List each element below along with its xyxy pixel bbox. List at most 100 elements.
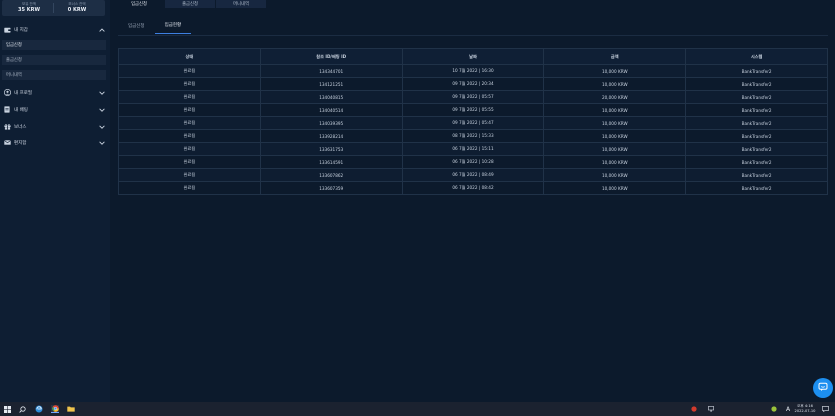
balance-panel: 보유 잔액 35 KRW 보너스 잔액 0 KRW xyxy=(2,0,105,16)
edge-browser-icon[interactable] xyxy=(35,405,43,413)
cell-status: 완료됨 xyxy=(118,64,261,78)
cell-status: 완료됨 xyxy=(118,142,261,156)
user-icon xyxy=(3,89,11,97)
table-row: 완료됨 133607359 06 7월 2022 | 08:42 10,000 KRW… xyxy=(118,181,828,195)
sidebar-subitem-deposit[interactable]: 입금신청 xyxy=(2,40,106,50)
network-tray-icon[interactable] xyxy=(707,405,715,413)
table-row: 완료됨 134040815 09 7월 2022 | 05:57 20,000 KRW… xyxy=(118,90,828,104)
chat-button[interactable] xyxy=(813,378,833,398)
chevron-down-icon xyxy=(98,140,106,146)
cell-status: 완료됨 xyxy=(118,90,261,104)
ticket-icon xyxy=(3,106,11,114)
cell-amount: 10,000 KRW xyxy=(543,155,687,169)
cell-date: 10 7월 2022 | 16:30 xyxy=(401,64,545,78)
chevron-down-icon xyxy=(98,107,106,113)
cell-system: BankTransfer2 xyxy=(685,90,828,104)
sidebar-item-label: 내 배팅 xyxy=(14,107,28,113)
cell-status: 완료됨 xyxy=(118,155,261,169)
start-icon[interactable] xyxy=(3,405,11,413)
cell-status: 완료됨 xyxy=(118,168,261,182)
notification-icon[interactable] xyxy=(821,405,829,413)
cash-balance-value: 35 KRW xyxy=(18,7,40,13)
sidebar-item-bonus[interactable]: 보너스 xyxy=(2,121,106,132)
table-row: 완료됨 133631753 06 7월 2022 | 15:11 10,000 KRW… xyxy=(118,142,828,156)
subtab-divider xyxy=(118,35,828,36)
table-row: 완료됨 134040514 09 7월 2022 | 05:55 10,000 KRW… xyxy=(118,103,828,117)
cell-date: 09 7월 2022 | 05:57 xyxy=(401,90,545,104)
clock[interactable]: 오후 4:16 2022-07-10 xyxy=(793,404,817,414)
cash-balance: 보유 잔액 35 KRW xyxy=(4,2,54,14)
tab-deposit[interactable]: 입금신청 xyxy=(114,0,165,8)
sidebar-subitem-money-history[interactable]: 머니내역 xyxy=(2,70,106,80)
cell-date: 08 7월 2022 | 15:33 xyxy=(401,129,545,143)
wallet-icon xyxy=(3,26,11,34)
cell-system: BankTransfer2 xyxy=(685,168,828,182)
cell-date: 09 7월 2022 | 05:47 xyxy=(401,116,545,130)
cell-system: BankTransfer2 xyxy=(685,77,828,91)
table-row: 완료됨 133607862 06 7월 2022 | 08:49 10,000 KRW… xyxy=(118,168,828,182)
cell-system: BankTransfer2 xyxy=(685,129,828,143)
table-row: 완료됨 134344701 10 7월 2022 | 16:30 10,000 KRW… xyxy=(118,64,828,78)
sidebar-item-profile[interactable]: 내 프로필 xyxy=(2,87,106,98)
sidebar-item-label: 내 지갑 xyxy=(14,27,28,33)
cell-amount: 10,000 KRW xyxy=(543,116,687,130)
tab-money-history[interactable]: 머니내역 xyxy=(216,0,267,8)
cell-system: BankTransfer2 xyxy=(685,142,828,156)
chrome-browser-icon[interactable] xyxy=(51,405,59,413)
cell-system: BankTransfer2 xyxy=(685,103,828,117)
cell-reference-id: 134121251 xyxy=(259,77,403,91)
cell-status: 완료됨 xyxy=(118,103,261,117)
chevron-up-icon xyxy=(98,27,106,33)
cell-reference-id: 134040815 xyxy=(259,90,403,104)
tab-withdraw[interactable]: 출금신청 xyxy=(165,0,216,8)
app-tray-icon[interactable] xyxy=(770,405,778,413)
cell-status: 완료됨 xyxy=(118,116,261,130)
cell-reference-id: 134344701 xyxy=(259,64,403,78)
cell-date: 06 7월 2022 | 08:49 xyxy=(401,168,545,182)
cell-amount: 10,000 KRW xyxy=(543,129,687,143)
cell-amount: 10,000 KRW xyxy=(543,168,687,182)
sidebar-item-mail[interactable]: 편지함 xyxy=(2,137,106,148)
cell-reference-id: 134039395 xyxy=(259,116,403,130)
cell-status: 완료됨 xyxy=(118,181,261,195)
ime-indicator[interactable]: A xyxy=(784,405,792,413)
bonus-balance: 보너스 잔액 0 KRW xyxy=(52,2,102,14)
sidebar-item-wallet[interactable]: 내 지갑 xyxy=(2,24,106,35)
clock-date: 2022-07-10 xyxy=(794,408,816,413)
sidebar: 보유 잔액 35 KRW 보너스 잔액 0 KRW 내 지갑 입금신청 출금신청… xyxy=(0,0,110,402)
table-row: 완료됨 134121251 09 7월 2022 | 20:34 10,000 KRW… xyxy=(118,77,828,91)
gift-icon xyxy=(3,123,11,131)
sidebar-item-label: 내 프로필 xyxy=(14,90,32,96)
table-header-row: 상태 참조 ID/배팅 ID 날짜 금액 시스템 xyxy=(118,48,828,65)
table-row: 완료됨 133614591 06 7월 2022 | 10:28 10,000 KRW… xyxy=(118,155,828,169)
cell-reference-id: 133928214 xyxy=(259,129,403,143)
cell-date: 06 7월 2022 | 15:11 xyxy=(401,142,545,156)
chevron-down-icon xyxy=(98,90,106,96)
cell-reference-id: 133607862 xyxy=(259,168,403,182)
folder-icon[interactable] xyxy=(67,405,75,413)
sub-tabs: 입금신청 입금현황 xyxy=(118,17,192,35)
sidebar-item-label: 보너스 xyxy=(14,124,27,130)
col-status-header: 상태 xyxy=(118,48,261,65)
security-tray-icon[interactable] xyxy=(690,405,698,413)
sidebar-subitem-withdraw[interactable]: 출금신청 xyxy=(2,55,106,65)
col-reference-id-header: 참조 ID/배팅 ID xyxy=(259,48,403,65)
mail-icon xyxy=(3,139,11,147)
subtab-deposit-request[interactable]: 입금신청 xyxy=(118,17,155,34)
col-date-header: 날짜 xyxy=(401,48,545,65)
cell-status: 완료됨 xyxy=(118,77,261,91)
col-system-header: 시스템 xyxy=(685,48,828,65)
cell-reference-id: 134040514 xyxy=(259,103,403,117)
cell-date: 06 7월 2022 | 08:42 xyxy=(401,181,545,195)
search-icon[interactable] xyxy=(18,405,26,413)
cell-amount: 10,000 KRW xyxy=(543,64,687,78)
cell-reference-id: 133614591 xyxy=(259,155,403,169)
cell-amount: 10,000 KRW xyxy=(543,77,687,91)
sidebar-item-label: 편지함 xyxy=(14,140,27,146)
sidebar-item-bets[interactable]: 내 배팅 xyxy=(2,104,106,115)
cell-reference-id: 133631753 xyxy=(259,142,403,156)
cell-amount: 10,000 KRW xyxy=(543,181,687,195)
table-row: 완료됨 133928214 08 7월 2022 | 15:33 10,000 KRW… xyxy=(118,129,828,143)
cell-reference-id: 133607359 xyxy=(259,181,403,195)
subtab-deposit-status[interactable]: 입금현황 xyxy=(154,17,192,34)
